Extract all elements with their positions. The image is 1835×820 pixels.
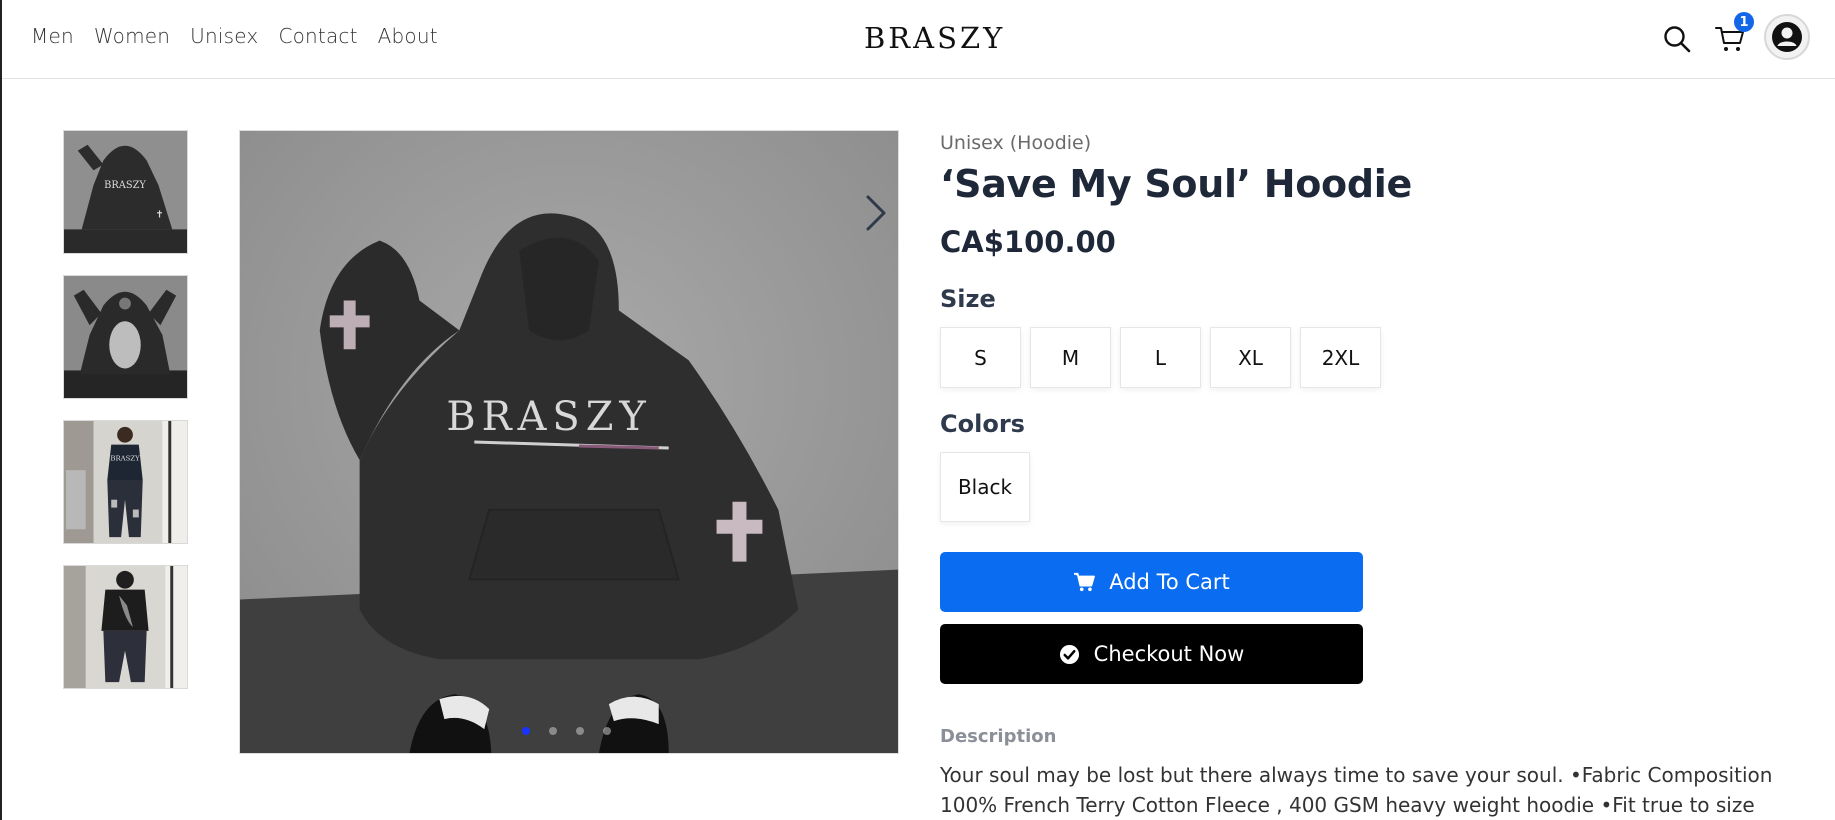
size-option-xl[interactable]: XL bbox=[1210, 327, 1291, 388]
nav-link-unisex[interactable]: Unisex bbox=[190, 24, 258, 48]
main-product-image: BRASZY bbox=[239, 130, 899, 754]
cart-icon bbox=[1074, 572, 1096, 592]
product-description: Your soul may be lost but there always t… bbox=[940, 763, 1773, 817]
chevron-right-icon bbox=[866, 195, 886, 231]
avatar[interactable] bbox=[1764, 14, 1810, 60]
nav-link-about[interactable]: About bbox=[378, 24, 438, 48]
search-icon[interactable] bbox=[1662, 24, 1692, 54]
slide-dot-2[interactable] bbox=[549, 727, 557, 735]
size-heading: Size bbox=[940, 285, 996, 313]
check-circle-icon bbox=[1059, 644, 1079, 664]
thumbnail-3[interactable]: BRASZY bbox=[63, 420, 188, 544]
thumbnail-4[interactable] bbox=[63, 565, 188, 689]
product-title: ‘Save My Soul’ Hoodie bbox=[940, 162, 1412, 206]
slide-dot-1[interactable] bbox=[522, 727, 530, 735]
site-header: Men Women Unisex Contact About BRASZY 1 bbox=[2, 0, 1835, 79]
slide-dot-4[interactable] bbox=[603, 727, 611, 735]
description-heading: Description bbox=[940, 726, 1057, 747]
cart-count-badge: 1 bbox=[1734, 12, 1754, 32]
user-icon bbox=[1772, 22, 1802, 52]
size-option-s[interactable]: S bbox=[940, 327, 1021, 388]
add-to-cart-button[interactable]: Add To Cart bbox=[940, 552, 1363, 612]
size-options: S M L XL 2XL bbox=[940, 327, 1381, 388]
checkout-now-button[interactable]: Checkout Now bbox=[940, 624, 1363, 684]
nav-link-men[interactable]: Men bbox=[31, 24, 74, 48]
next-slide-button[interactable] bbox=[862, 191, 890, 235]
size-option-2xl[interactable]: 2XL bbox=[1300, 327, 1381, 388]
size-option-l[interactable]: L bbox=[1120, 327, 1201, 388]
hoodie-print-text: BRASZY bbox=[446, 394, 651, 440]
product-photo: BRASZY bbox=[240, 131, 898, 753]
size-option-m[interactable]: M bbox=[1030, 327, 1111, 388]
product-price: CA$100.00 bbox=[940, 225, 1116, 259]
svg-text:✝: ✝ bbox=[156, 210, 164, 221]
thumbnail-1[interactable]: BRASZY ✝ bbox=[63, 130, 188, 254]
colors-heading: Colors bbox=[940, 410, 1025, 438]
main-nav: Men Women Unisex Contact About bbox=[31, 24, 438, 48]
nav-link-contact[interactable]: Contact bbox=[278, 24, 357, 48]
nav-link-women[interactable]: Women bbox=[94, 24, 170, 48]
checkout-now-label: Checkout Now bbox=[1093, 642, 1245, 666]
brand-logo[interactable]: BRASZY bbox=[864, 21, 1005, 55]
product-category: Unisex (Hoodie) bbox=[940, 132, 1092, 154]
add-to-cart-label: Add To Cart bbox=[1109, 570, 1230, 594]
slide-dot-3[interactable] bbox=[576, 727, 584, 735]
thumbnail-2[interactable] bbox=[63, 275, 188, 399]
svg-text:BRASZY: BRASZY bbox=[104, 180, 146, 191]
slide-indicators bbox=[522, 727, 611, 735]
svg-text:BRASZY: BRASZY bbox=[110, 454, 140, 462]
color-option-black[interactable]: Black bbox=[940, 452, 1030, 522]
